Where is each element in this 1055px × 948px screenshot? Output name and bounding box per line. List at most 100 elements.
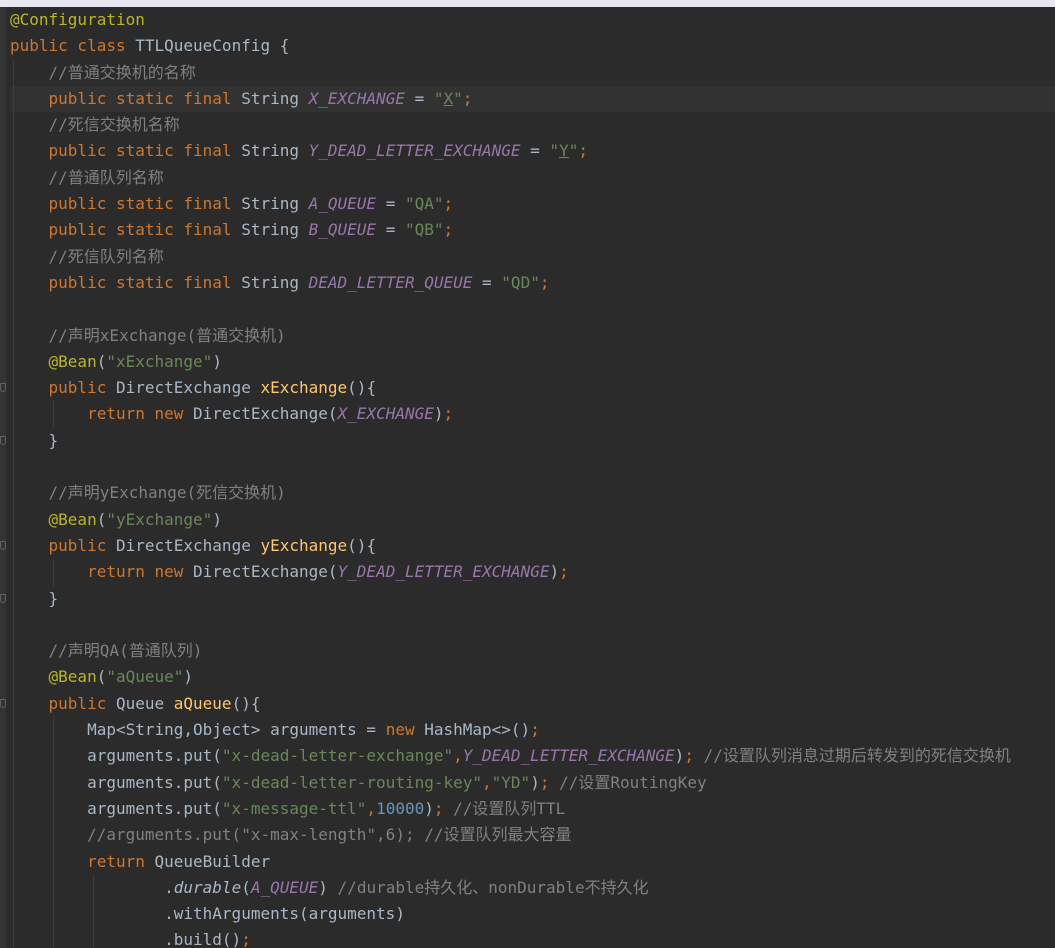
indent-guide bbox=[13, 454, 14, 481]
fold-marker-icon[interactable] bbox=[0, 593, 6, 603]
code-token: Y bbox=[559, 141, 569, 161]
code-line[interactable]: return QueueBuilder bbox=[10, 848, 1055, 875]
code-line[interactable]: public DirectExchange xExchange(){ bbox=[0, 375, 1055, 402]
indent-guide bbox=[13, 532, 14, 560]
code-line[interactable]: .withArguments(arguments) bbox=[10, 901, 1055, 928]
code-token: DirectExchange bbox=[115, 378, 261, 398]
code-token: ; bbox=[241, 930, 251, 948]
indent-guide bbox=[13, 769, 14, 796]
code-token: "x-dead-letter-routing-key" bbox=[221, 772, 483, 792]
code-line[interactable]: //声明QA(普通队列) bbox=[10, 638, 1055, 665]
code-line[interactable]: .build(); bbox=[10, 927, 1055, 948]
indent-guide bbox=[13, 401, 14, 428]
code-line[interactable]: public static final String X_EXCHANGE = … bbox=[10, 85, 1055, 113]
code-line[interactable]: public static final String DEAD_LETTER_Q… bbox=[10, 269, 1055, 297]
code-line[interactable]: arguments.put("x-dead-letter-routing-key… bbox=[10, 769, 1055, 796]
code-token: aQueue bbox=[173, 693, 232, 713]
code-token: TTLQueueConfig { bbox=[135, 36, 290, 56]
indent-guide bbox=[13, 690, 14, 718]
code-line[interactable]: public static final String B_QUEUE = "QB… bbox=[10, 217, 1055, 244]
code-line[interactable]: //死信交换机名称 bbox=[10, 112, 1055, 139]
code-line[interactable] bbox=[10, 611, 1055, 639]
code-line[interactable]: @Bean("xExchange") bbox=[10, 348, 1055, 376]
code-line[interactable]: //死信队列名称 bbox=[10, 243, 1055, 270]
code-token: return new bbox=[87, 404, 194, 424]
code-line[interactable]: arguments.put("x-dead-letter-exchange",Y… bbox=[10, 743, 1055, 770]
indent-guide bbox=[13, 427, 14, 455]
indent-guide bbox=[93, 927, 94, 948]
indent-guide bbox=[13, 664, 14, 691]
code-token: (){ bbox=[231, 693, 261, 713]
code-token: public bbox=[48, 535, 116, 555]
code-token: Map<String,Object> arguments = bbox=[87, 720, 386, 740]
code-token: String bbox=[241, 220, 309, 240]
code-line[interactable]: return new DirectExchange(Y_DEAD_LETTER_… bbox=[10, 559, 1055, 586]
code-token: ) bbox=[433, 404, 444, 424]
code-line[interactable]: public static final String Y_DEAD_LETTER… bbox=[10, 138, 1055, 165]
code-line[interactable]: @Bean("yExchange") bbox=[10, 506, 1055, 533]
code-line[interactable]: public class TTLQueueConfig { bbox=[10, 33, 1055, 59]
code-line[interactable]: public Queue aQueue(){ bbox=[0, 690, 1055, 718]
code-token: public static final bbox=[48, 272, 242, 292]
code-line[interactable]: Map<String,Object> arguments = new HashM… bbox=[10, 717, 1055, 744]
code-token: " bbox=[453, 88, 463, 108]
fold-marker-icon[interactable] bbox=[0, 435, 6, 445]
code-line[interactable]: //普通交换机的名称 bbox=[10, 59, 1055, 86]
code-line[interactable]: .durable(A_QUEUE) //durable持久化、nonDurabl… bbox=[10, 874, 1055, 902]
code-token: . bbox=[164, 877, 174, 897]
code-token: public bbox=[48, 693, 116, 713]
indent-guide bbox=[13, 874, 14, 902]
code-lines[interactable]: @Configuration public class TTLQueueConfi… bbox=[0, 7, 1055, 948]
code-line[interactable]: @Configuration bbox=[10, 7, 1055, 33]
code-token: //声明QA(普通队列) bbox=[48, 641, 203, 661]
indent-guide bbox=[13, 743, 14, 770]
code-token: ; bbox=[462, 88, 473, 108]
code-token: ; bbox=[578, 141, 589, 161]
code-line[interactable]: //普通队列名称 bbox=[10, 164, 1055, 192]
code-line[interactable]: } bbox=[0, 427, 1055, 455]
code-token: " bbox=[433, 88, 444, 108]
code-token: "QA" bbox=[404, 194, 444, 214]
indent-guide bbox=[13, 927, 14, 948]
code-line[interactable]: public static final String A_QUEUE = "QA… bbox=[10, 191, 1055, 218]
fold-marker-icon[interactable] bbox=[0, 540, 6, 550]
code-token: ) bbox=[183, 667, 194, 687]
code-token: ; bbox=[443, 194, 454, 214]
code-line[interactable]: arguments.put("x-message-ttl",10000); //… bbox=[10, 795, 1055, 823]
indent-guide bbox=[13, 375, 14, 402]
code-token: //设置队列消息过期后转发到的死信交换机 bbox=[703, 746, 1011, 766]
code-token: ( bbox=[96, 351, 107, 371]
fold-marker-icon[interactable] bbox=[0, 698, 6, 708]
code-line[interactable] bbox=[10, 296, 1055, 323]
code-token: "YD" bbox=[491, 772, 531, 792]
code-line[interactable]: } bbox=[0, 585, 1055, 612]
code-line[interactable]: //arguments.put("x-max-length",6); //设置队… bbox=[10, 822, 1055, 849]
code-token: //设置队列TTL bbox=[453, 798, 566, 818]
code-line[interactable] bbox=[10, 454, 1055, 481]
code-token: //durable持久化、nonDurable不持久化 bbox=[337, 877, 649, 897]
code-line[interactable]: public DirectExchange yExchange(){ bbox=[0, 532, 1055, 560]
code-token: public class bbox=[10, 36, 136, 56]
code-editor[interactable]: @Configuration public class TTLQueueConfi… bbox=[0, 0, 1055, 948]
code-token: "x-dead-letter-exchange" bbox=[221, 746, 454, 766]
code-token: , bbox=[366, 798, 377, 818]
indent-guide bbox=[13, 638, 14, 665]
code-line[interactable]: //声明yExchange(死信交换机) bbox=[10, 480, 1055, 507]
code-token: DirectExchange bbox=[115, 535, 261, 555]
code-token: ; bbox=[559, 562, 569, 582]
code-line[interactable]: //声明xExchange(普通交换机) bbox=[10, 322, 1055, 349]
code-token: //死信交换机名称 bbox=[48, 115, 180, 135]
fold-marker-icon[interactable] bbox=[0, 383, 6, 393]
code-line[interactable]: return new DirectExchange(X_EXCHANGE); bbox=[10, 401, 1055, 428]
code-token: @Bean bbox=[48, 667, 97, 687]
indent-guide bbox=[13, 795, 14, 823]
code-line[interactable]: @Bean("aQueue") bbox=[10, 664, 1055, 691]
